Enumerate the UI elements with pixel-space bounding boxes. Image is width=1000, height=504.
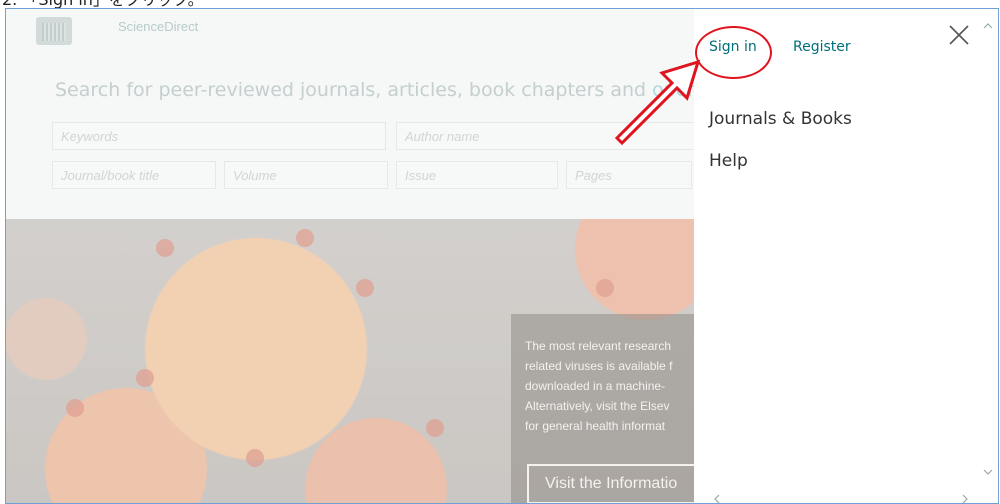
close-icon[interactable] xyxy=(947,23,971,47)
scroll-up-icon[interactable] xyxy=(983,21,993,31)
scroll-left-icon[interactable] xyxy=(712,494,722,504)
scroll-down-icon[interactable] xyxy=(983,467,993,477)
annotation-circle xyxy=(695,26,772,79)
instruction-caption: 2. 「Sign in」をクリック。 xyxy=(0,0,1000,8)
menu-item-help[interactable]: Help xyxy=(709,151,748,171)
scroll-right-icon[interactable] xyxy=(960,494,970,504)
menu-item-journals-books[interactable]: Journals & Books xyxy=(709,109,852,129)
register-link[interactable]: Register xyxy=(793,39,851,55)
browser-window: ScienceDirect Search for peer-reviewed j… xyxy=(5,8,999,504)
side-menu: Sign in Register Journals & Books Help xyxy=(694,9,998,503)
